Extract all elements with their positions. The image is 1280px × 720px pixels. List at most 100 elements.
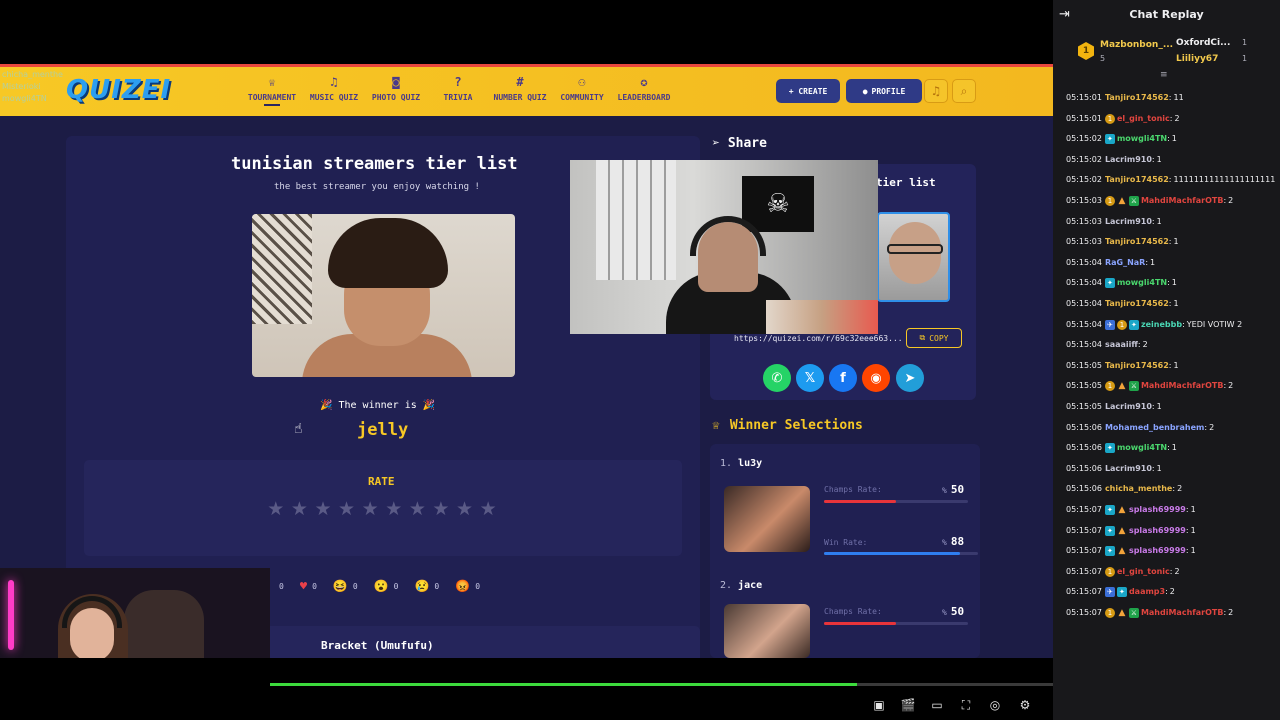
chat-timestamp: 05:15:03 bbox=[1066, 196, 1102, 205]
chat-username[interactable]: Tanjiro174562 bbox=[1105, 91, 1169, 105]
reaction-button[interactable]: 😡 0 bbox=[455, 579, 480, 593]
leaderboard-first-name[interactable]: Mazbonbon_... bbox=[1100, 40, 1173, 50]
site-logo[interactable]: QUIZEI bbox=[66, 75, 171, 105]
expand-leaderboard-icon[interactable]: ≡ bbox=[1160, 70, 1168, 80]
rating-star-icon[interactable]: ★ bbox=[455, 498, 475, 520]
profile-button[interactable]: ● PROFILE bbox=[846, 79, 922, 103]
chat-separator: : bbox=[1168, 175, 1172, 185]
win-rate-label: Win Rate: bbox=[824, 538, 868, 547]
search-icon[interactable]: ⌕ bbox=[952, 79, 976, 103]
rating-star-icon[interactable]: ★ bbox=[478, 498, 498, 520]
create-button[interactable]: + CREATE bbox=[776, 79, 840, 103]
winner-entry-image bbox=[724, 486, 810, 552]
chat-separator: : bbox=[1182, 319, 1185, 329]
gift-badge-icon: 1 bbox=[1104, 608, 1115, 618]
miniplayer-icon[interactable]: ▣ bbox=[870, 697, 888, 713]
chat-message-text: 11 bbox=[1173, 93, 1184, 102]
win-rate-bar bbox=[824, 552, 978, 555]
chat-message-text: 1 bbox=[1171, 443, 1177, 453]
chat-message: 05:15:07 ✦ ▲ splash69999:1 bbox=[1066, 503, 1276, 517]
chat-separator: : bbox=[1151, 463, 1155, 473]
chat-username[interactable]: el_gin_tonic bbox=[1117, 112, 1170, 126]
chat-username[interactable]: mowgli4TN bbox=[1117, 441, 1167, 455]
chat-username[interactable]: Lacrim910 bbox=[1105, 400, 1152, 414]
chat-username[interactable]: MahdiMachfarOTB bbox=[1141, 194, 1224, 208]
theater-icon[interactable]: ▭ bbox=[928, 697, 946, 713]
chat-message-text: 11111111111111111111 bbox=[1173, 175, 1276, 185]
chat-username[interactable]: mowgli4TN bbox=[1117, 276, 1167, 290]
reaction-button[interactable]: ♥ 0 bbox=[300, 579, 317, 593]
chat-message: 05:15:05 Lacrim910:1 bbox=[1066, 400, 1276, 414]
gift-badge-icon: 1 bbox=[1104, 381, 1115, 392]
chat-message: 05:15:07 1 ▲ ⚔ MahdiMachfarOTB:2 bbox=[1066, 606, 1276, 620]
share-heading: ➢ Share bbox=[712, 136, 767, 151]
chat-username[interactable]: splash69999 bbox=[1129, 544, 1186, 558]
chat-message-text: 1 bbox=[1190, 505, 1196, 514]
chat-username[interactable]: saaaiiff bbox=[1105, 338, 1138, 352]
settings-icon[interactable]: ⚙ bbox=[1016, 697, 1034, 713]
nav-item-leaderboard[interactable]: ✪ LEADERBOARD bbox=[604, 75, 684, 102]
chat-username[interactable]: chicha_menthe bbox=[1105, 482, 1172, 496]
reaction-count: 0 bbox=[393, 581, 399, 591]
bell-icon[interactable]: ♫ bbox=[924, 79, 948, 103]
chat-username[interactable]: Tanjiro174562 bbox=[1105, 173, 1169, 187]
reaction-button[interactable]: 0 bbox=[274, 579, 284, 593]
chat-username[interactable]: Mohamed_benbrahem bbox=[1105, 421, 1204, 435]
chat-message: 05:15:04 ✈ 1 ✦ zeinebbb: YEDI VOTIW 2 bbox=[1066, 318, 1276, 332]
hat-badge-icon: ▲ bbox=[1118, 196, 1126, 206]
telegram-icon[interactable]: ➤ bbox=[896, 364, 924, 392]
leaderboard-second-name[interactable]: OxfordCi... bbox=[1176, 38, 1230, 48]
rating-star-icon[interactable]: ★ bbox=[408, 498, 428, 520]
chat-separator: : bbox=[1145, 257, 1149, 267]
chat-message: 05:15:06 chicha_menthe:2 bbox=[1066, 482, 1276, 496]
jolly-roger-flag: ☠ bbox=[742, 176, 814, 232]
chat-message-text: 1 bbox=[1156, 216, 1162, 226]
chat-timestamp: 05:15:04 bbox=[1066, 299, 1102, 308]
rating-star-icon[interactable]: ★ bbox=[290, 498, 310, 520]
clip-icon[interactable]: 🎬 bbox=[899, 697, 917, 713]
chat-username[interactable]: splash69999 bbox=[1129, 503, 1186, 517]
rating-star-icon[interactable]: ★ bbox=[313, 498, 333, 520]
copy-icon: ⧉ bbox=[919, 333, 926, 342]
chat-username[interactable]: Tanjiro174562 bbox=[1105, 235, 1169, 249]
chat-message: 05:15:06 Mohamed_benbrahem:2 bbox=[1066, 421, 1276, 435]
rating-star-icon[interactable]: ★ bbox=[360, 498, 380, 520]
chat-username[interactable]: zeinebbb bbox=[1141, 318, 1182, 332]
chat-username[interactable]: Tanjiro174562 bbox=[1105, 359, 1169, 373]
chat-message-text: 2 bbox=[1177, 484, 1183, 494]
chat-username[interactable]: Lacrim910 bbox=[1105, 215, 1152, 229]
quality-icon[interactable]: ◎ bbox=[986, 697, 1004, 713]
whatsapp-icon[interactable]: ✆ bbox=[763, 364, 791, 392]
fullscreen-icon[interactable]: ⛶ bbox=[957, 697, 975, 713]
chat-username[interactable]: Lacrim910 bbox=[1105, 153, 1152, 167]
overlay-names: chicha_menthe Misterioki mowgli4TN bbox=[2, 70, 63, 103]
chat-timestamp: 05:15:01 bbox=[1066, 113, 1102, 123]
chat-username[interactable]: daamp3 bbox=[1129, 585, 1165, 599]
chat-username[interactable]: mowgli4TN bbox=[1117, 132, 1167, 146]
avatar: ● bbox=[862, 86, 868, 96]
chat-username[interactable]: MahdiMachfarOTB bbox=[1141, 606, 1224, 620]
chat-username[interactable]: RaG_NaR bbox=[1105, 256, 1145, 270]
chat-timestamp: 05:15:06 bbox=[1066, 443, 1102, 453]
rating-star-icon[interactable]: ★ bbox=[384, 498, 404, 520]
chat-username[interactable]: MahdiMachfarOTB bbox=[1141, 379, 1224, 393]
chat-username[interactable]: el_gin_tonic bbox=[1117, 565, 1170, 579]
chat-username[interactable]: Tanjiro174562 bbox=[1105, 297, 1169, 311]
chat-username[interactable]: splash69999 bbox=[1129, 524, 1186, 538]
video-player[interactable]: chicha_menthe Misterioki mowgli4TN QUIZE… bbox=[0, 0, 1053, 720]
leaderboard-third-name[interactable]: Liiliyy67 bbox=[1176, 54, 1218, 64]
rating-star-icon[interactable]: ★ bbox=[266, 498, 286, 520]
rating-star-icon[interactable]: ★ bbox=[431, 498, 451, 520]
reaction-button[interactable]: 😆 0 bbox=[333, 579, 358, 593]
copy-button[interactable]: ⧉ COPY bbox=[906, 328, 962, 348]
reaction-button[interactable]: 😢 0 bbox=[414, 579, 439, 593]
x-icon[interactable]: 𝕏 bbox=[796, 364, 824, 392]
reaction-button[interactable]: 😮 0 bbox=[374, 579, 399, 593]
quiz-subtitle: the best streamer you enjoy watching ! bbox=[274, 182, 480, 192]
seek-bar[interactable] bbox=[270, 683, 1053, 686]
facebook-icon[interactable]: f bbox=[829, 364, 857, 392]
hat-badge-icon: ▲ bbox=[1118, 546, 1126, 557]
rating-star-icon[interactable]: ★ bbox=[337, 498, 357, 520]
chat-username[interactable]: Lacrim910 bbox=[1105, 462, 1152, 476]
reddit-icon[interactable]: ◉ bbox=[862, 364, 890, 392]
